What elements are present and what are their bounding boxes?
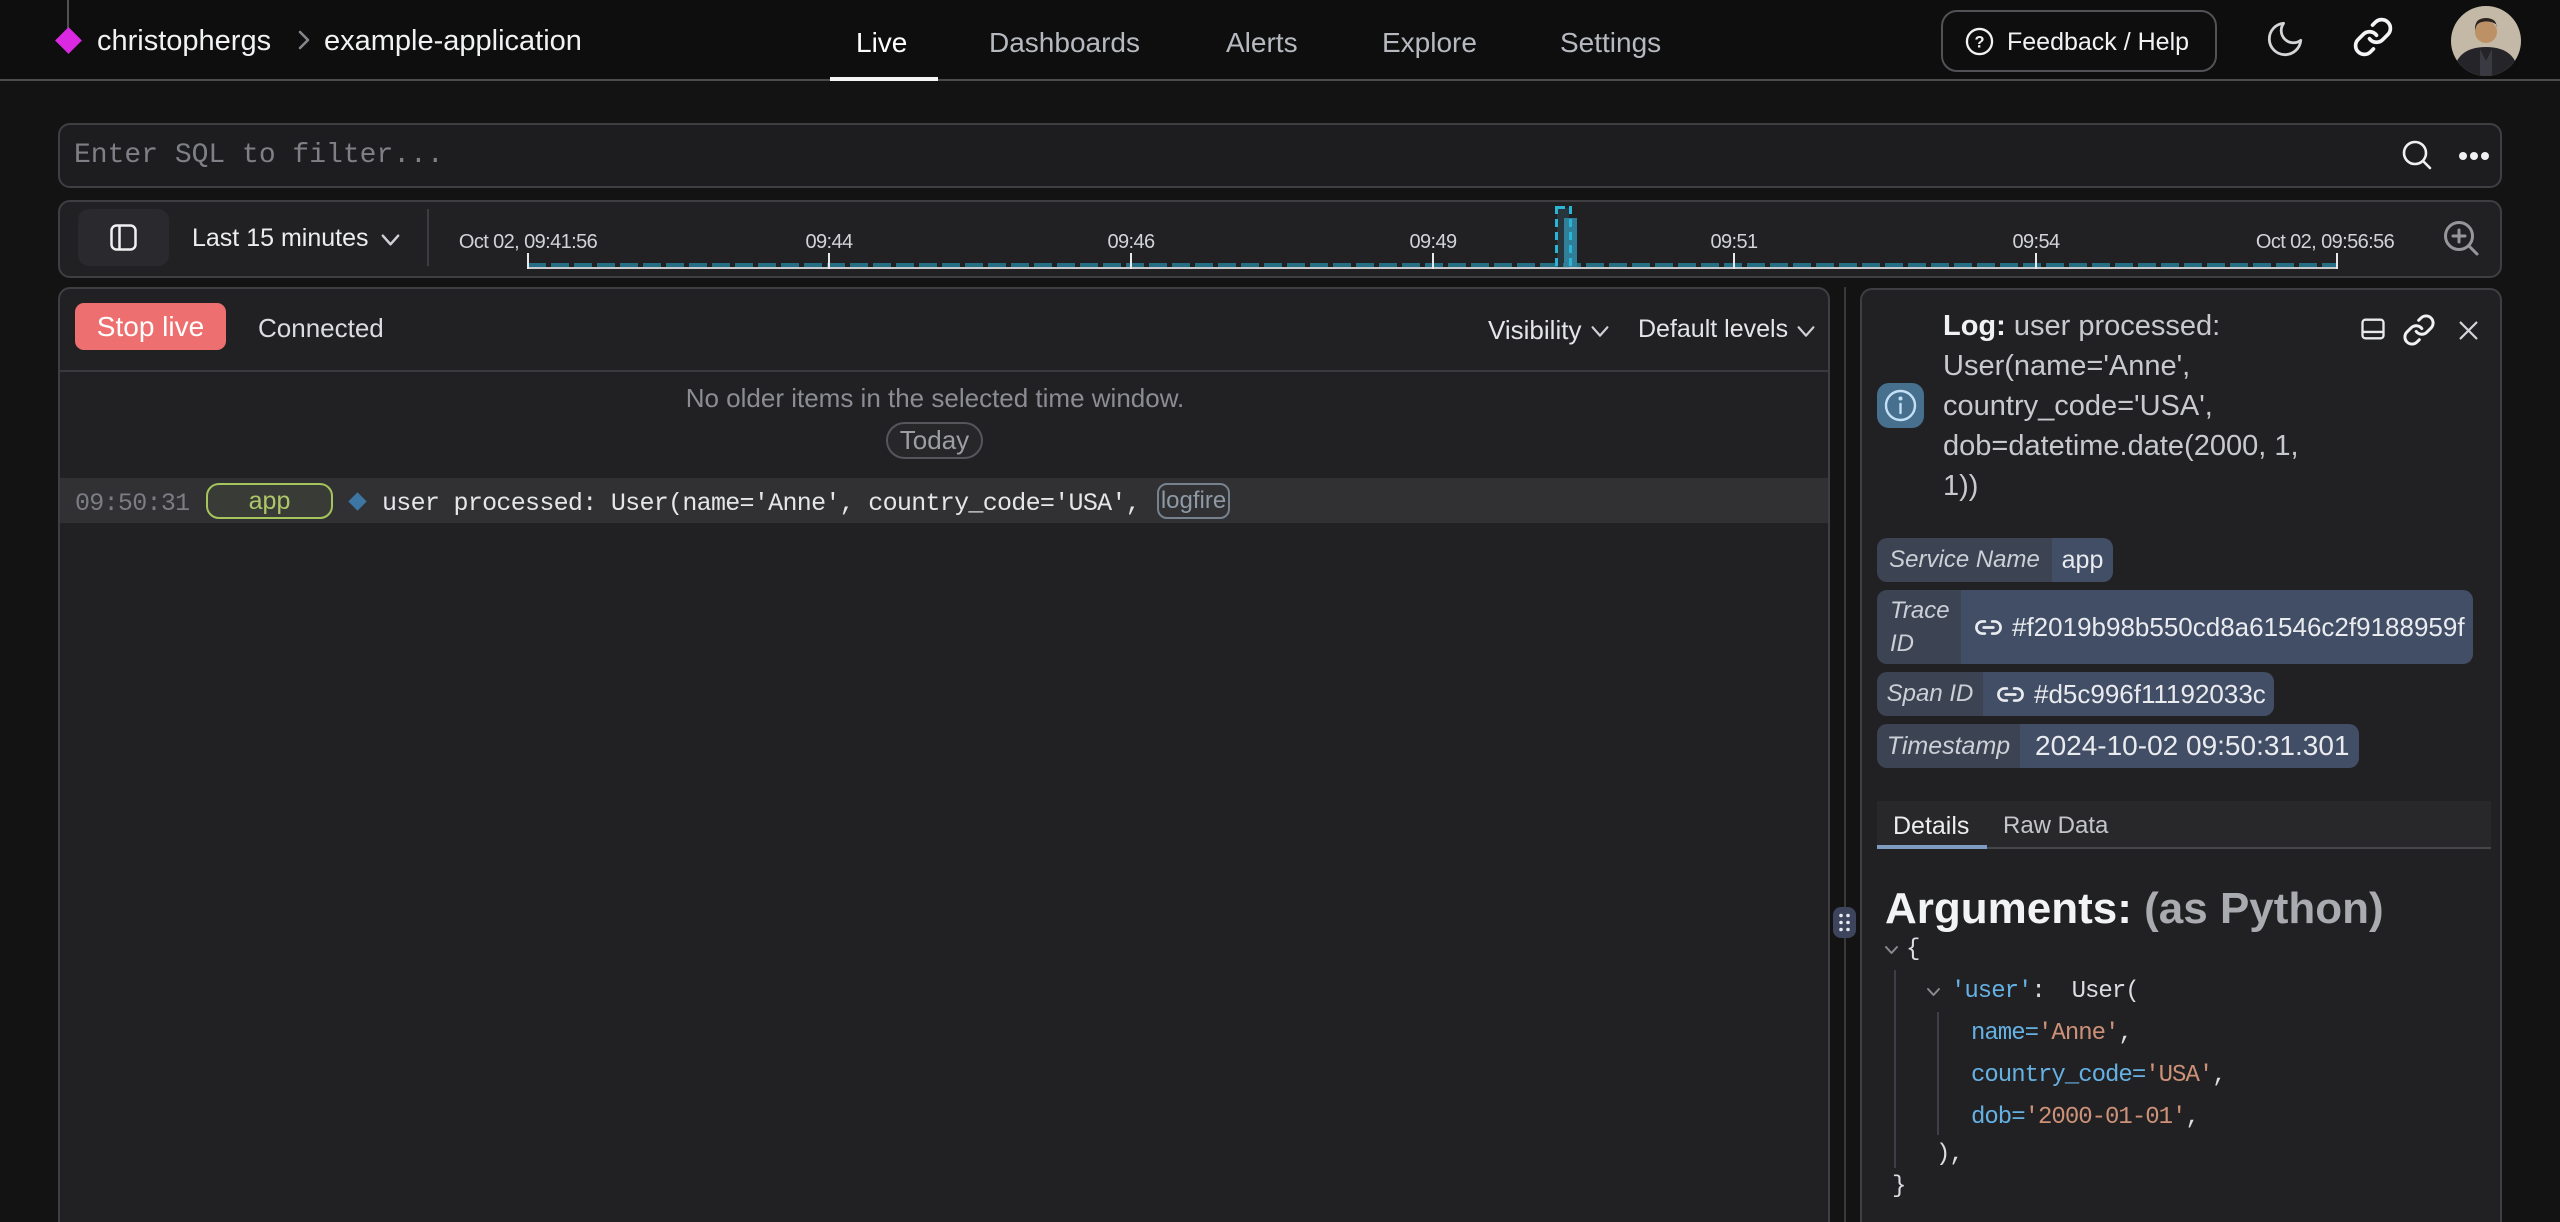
svg-text:?: ? <box>1974 33 1984 51</box>
